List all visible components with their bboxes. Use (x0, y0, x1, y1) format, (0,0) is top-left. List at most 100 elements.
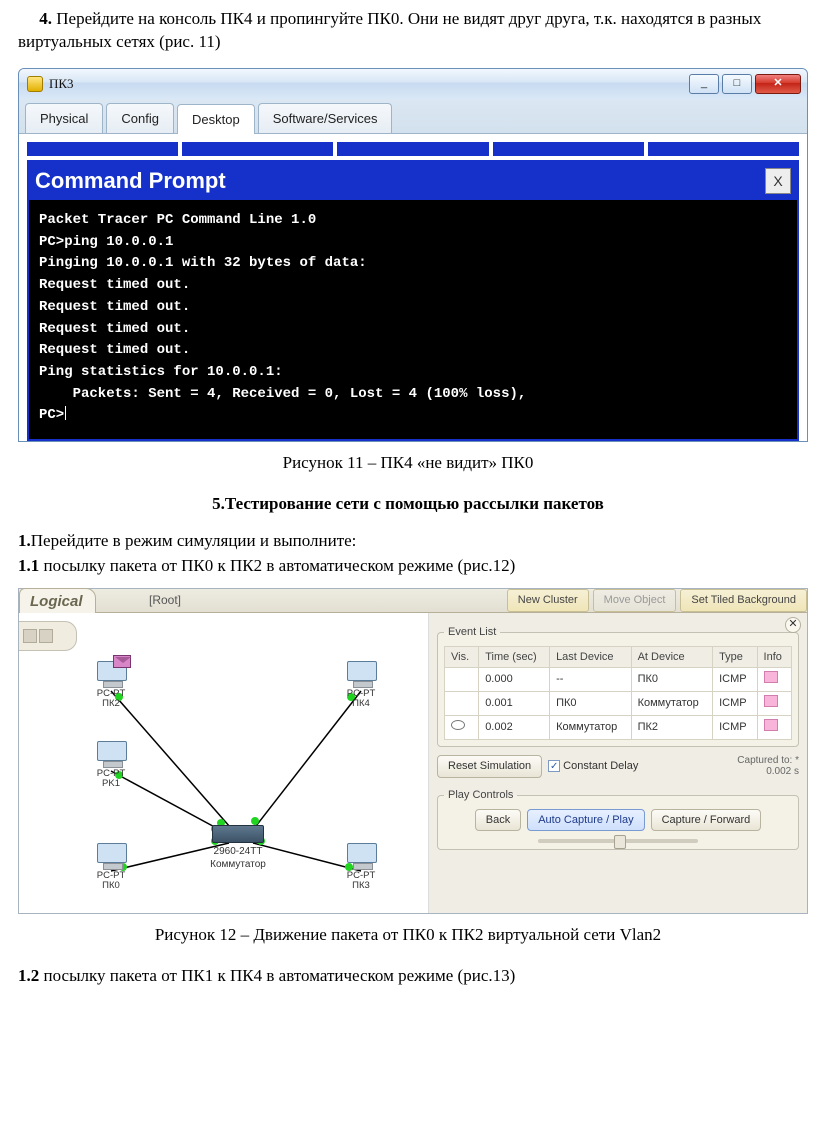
device-pk4[interactable]: PC-PT ПК4 (337, 661, 385, 709)
app-shortcut-bar (27, 142, 799, 156)
cell-type: ICMP (713, 692, 757, 716)
terminal-output[interactable]: Packet Tracer PC Command Line 1.0PC>ping… (29, 200, 797, 439)
pc-icon (93, 843, 129, 869)
info-color-icon (764, 695, 778, 707)
speed-slider[interactable] (538, 839, 698, 843)
logical-tab[interactable]: Logical (19, 588, 96, 615)
cell-time: 0.001 (479, 692, 550, 716)
table-row[interactable]: 0.000 -- ПК0 ICMP (445, 668, 792, 692)
step12-num: 1.2 (18, 966, 39, 985)
auto-capture-button[interactable]: Auto Capture / Play (527, 809, 644, 832)
tab-config[interactable]: Config (106, 103, 174, 134)
term-line: Ping statistics for 10.0.0.1: (39, 362, 787, 384)
reset-simulation-button[interactable]: Reset Simulation (437, 755, 542, 778)
cell-last: Коммутатор (550, 716, 632, 740)
capture-forward-button[interactable]: Capture / Forward (651, 809, 762, 832)
table-row[interactable]: 0.002 Коммутатор ПК2 ICMP (445, 716, 792, 740)
play-controls-label: Play Controls (444, 788, 517, 803)
topology-canvas[interactable]: PC-PT ПК2 PC-PT ПК4 PC-PT PK1 PC-PT ПК0 … (19, 613, 429, 913)
table-row[interactable]: 0.001 ПК0 Коммутатор ICMP (445, 692, 792, 716)
device-name: ПК3 (337, 881, 385, 891)
paragraph-step12: 1.2 посылку пакета от ПК1 к ПК4 в автома… (18, 965, 798, 988)
cell-at: Коммутатор (631, 692, 713, 716)
back-button[interactable]: Back (475, 809, 521, 832)
captured-label: Captured to: (737, 755, 792, 766)
event-list-label: Event List (444, 625, 500, 640)
desktop-panel: Command Prompt X Packet Tracer PC Comman… (19, 133, 807, 441)
device-pk0[interactable]: PC-PT ПК0 (87, 843, 135, 891)
col-type: Type (713, 646, 757, 668)
set-background-button[interactable]: Set Tiled Background (680, 589, 807, 612)
cell-time: 0.002 (479, 716, 550, 740)
step4-text: Перейдите на консоль ПК4 и пропингуйте П… (18, 9, 761, 51)
event-list-group: Event List Vis. Time (sec) Last Device A… (437, 625, 799, 747)
new-cluster-button[interactable]: New Cluster (507, 589, 589, 612)
eye-icon (451, 720, 465, 730)
device-name: ПК2 (87, 699, 135, 709)
tab-software[interactable]: Software/Services (258, 103, 393, 134)
figure12-caption: Рисунок 12 – Движение пакета от ПК0 к ПК… (18, 924, 798, 947)
play-controls-group: Play Controls Back Auto Capture / Play C… (437, 788, 799, 851)
step1-text: Перейдите в режим симуляции и выполните: (31, 531, 357, 550)
term-line: Request timed out. (39, 275, 787, 297)
captured-to: Captured to: * 0.002 s (737, 755, 799, 777)
term-line: Packet Tracer PC Command Line 1.0 (39, 210, 787, 232)
device-pk1[interactable]: PC-PT PK1 (87, 741, 135, 789)
move-object-button[interactable]: Move Object (593, 589, 677, 612)
captured-value: 0.002 s (766, 766, 799, 777)
device-pk3[interactable]: PC-PT ПК3 (337, 843, 385, 891)
cell-type: ICMP (713, 668, 757, 692)
device-name: PK1 (87, 779, 135, 789)
breadcrumb[interactable]: [Root] (149, 592, 181, 608)
maximize-button[interactable]: □ (722, 74, 752, 94)
cell-last: ПК0 (550, 692, 632, 716)
col-info: Info (757, 646, 791, 668)
info-color-icon (764, 719, 778, 731)
minimize-button[interactable]: _ (689, 74, 719, 94)
command-prompt-close[interactable]: X (765, 168, 791, 194)
app-tabs: Physical Config Desktop Software/Service… (19, 99, 807, 134)
step11-num: 1.1 (18, 556, 39, 575)
pc-icon (343, 661, 379, 687)
constant-delay-checkbox[interactable]: ✓ Constant Delay (548, 759, 638, 774)
term-line: Packets: Sent = 4, Received = 0, Lost = … (39, 384, 787, 406)
info-color-icon (764, 671, 778, 683)
command-prompt-title: Command Prompt (35, 166, 226, 196)
device-pk2[interactable]: PC-PT ПК2 (87, 661, 135, 709)
event-list-table: Vis. Time (sec) Last Device At Device Ty… (444, 646, 792, 740)
figure11-caption: Рисунок 11 – ПК4 «не видит» ПК0 (18, 452, 798, 475)
cell-last: -- (550, 668, 632, 692)
term-line: Pinging 10.0.0.1 with 32 bytes of data: (39, 253, 787, 275)
col-vis: Vis. (445, 646, 479, 668)
step1-num: 1. (18, 531, 31, 550)
paragraph-step11: 1.1 посылку пакета от ПК0 к ПК2 в автома… (18, 555, 798, 578)
device-label: 2960-24TT (209, 845, 267, 859)
panel-close-button[interactable]: ✕ (785, 617, 801, 633)
close-button[interactable]: ✕ (755, 74, 801, 94)
paragraph-step1: 1.Перейдите в режим симуляции и выполнит… (18, 530, 798, 553)
packet-tracer-window: Logical [Root] New Cluster Move Object S… (18, 588, 808, 914)
app-icon (27, 76, 43, 92)
cell-at: ПК2 (631, 716, 713, 740)
command-prompt-window: ПК3 _ □ ✕ Physical Config Desktop Softwa… (18, 68, 808, 442)
constant-delay-label: Constant Delay (563, 759, 638, 774)
col-time: Time (sec) (479, 646, 550, 668)
term-line: Request timed out. (39, 297, 787, 319)
cell-at: ПК0 (631, 668, 713, 692)
col-last: Last Device (550, 646, 632, 668)
window-titlebar: ПК3 _ □ ✕ (19, 69, 807, 99)
step4-num: 4. (39, 9, 52, 28)
switch-icon (212, 825, 264, 843)
step12-text: посылку пакета от ПК1 к ПК4 в автоматиче… (39, 966, 515, 985)
simulation-panel: ✕ Event List Vis. Time (sec) Last Device… (429, 613, 807, 913)
term-prompt: PC> (39, 407, 64, 423)
tab-physical[interactable]: Physical (25, 103, 103, 134)
device-switch[interactable]: 2960-24TT Коммутатор (209, 825, 267, 872)
checkbox-icon: ✓ (548, 760, 560, 772)
section5-title: 5.Тестирование сети с помощью рассылки п… (18, 493, 798, 516)
device-name: ПК0 (87, 881, 135, 891)
tab-desktop[interactable]: Desktop (177, 104, 255, 135)
cell-time: 0.000 (479, 668, 550, 692)
window-title: ПК3 (49, 75, 74, 93)
term-line: Request timed out. (39, 340, 787, 362)
